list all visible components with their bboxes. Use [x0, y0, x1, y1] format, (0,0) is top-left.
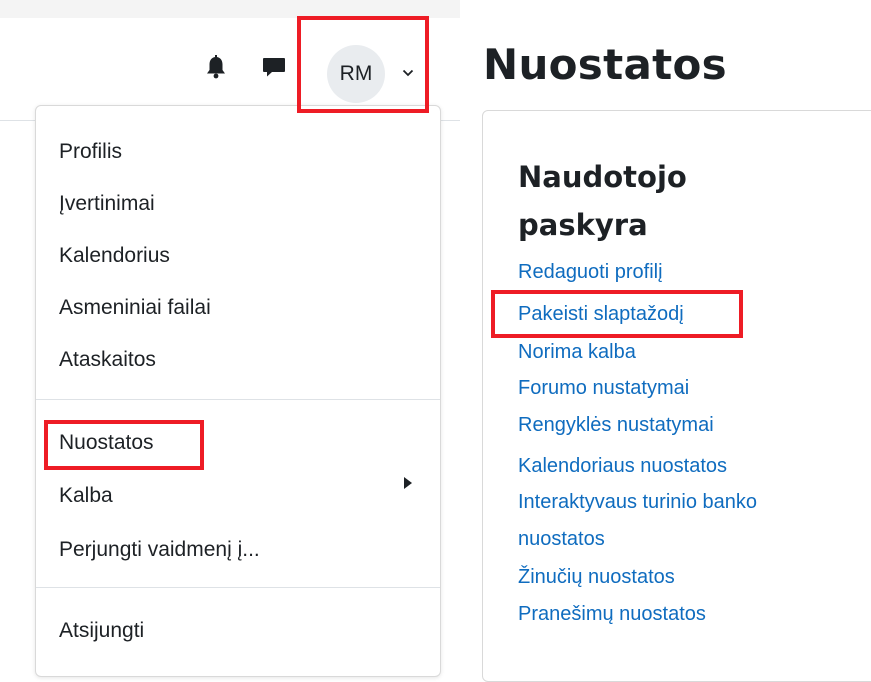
avatar[interactable]: RM: [327, 45, 385, 103]
link-change-password[interactable]: Pakeisti slaptažodį: [518, 300, 684, 328]
navbar-background: [0, 0, 460, 18]
link-notification-preferences[interactable]: Pranešimų nuostatos: [518, 600, 706, 628]
link-preferred-language[interactable]: Norima kalba: [518, 338, 636, 366]
menu-item-profile[interactable]: Profilis: [59, 138, 122, 166]
menu-item-logout[interactable]: Atsijungti: [59, 617, 144, 645]
chat-icon: [263, 58, 285, 77]
section-title: Naudotojo paskyra: [518, 160, 687, 242]
menu-item-language[interactable]: Kalba: [59, 482, 113, 510]
page-title: Nuostatos: [483, 40, 727, 89]
menu-item-switch-role[interactable]: Perjungti vaidmenį į...: [59, 536, 260, 564]
caret-right-icon: [404, 477, 412, 489]
link-editor-preferences[interactable]: Rengyklės nustatymai: [518, 411, 714, 439]
menu-item-calendar[interactable]: Kalendorius: [59, 242, 170, 270]
notifications-button[interactable]: [201, 52, 231, 82]
menu-divider: [36, 399, 440, 400]
chevron-down-icon[interactable]: [400, 65, 416, 81]
menu-item-preferences[interactable]: Nuostatos: [59, 429, 154, 457]
link-message-preferences[interactable]: Žinučių nuostatos: [518, 563, 675, 591]
menu-item-private-files[interactable]: Asmeniniai failai: [59, 294, 211, 322]
menu-item-reports[interactable]: Ataskaitos: [59, 346, 156, 374]
user-dropdown-menu: Profilis Įvertinimai Kalendorius Asmenin…: [35, 105, 441, 677]
link-content-bank-preferences[interactable]: Interaktyvaus turinio banko: [518, 488, 757, 516]
bell-icon: [207, 55, 225, 79]
link-forum-preferences[interactable]: Forumo nustatymai: [518, 374, 689, 402]
menu-divider: [36, 587, 440, 588]
link-content-bank-preferences-cont[interactable]: nuostatos: [518, 525, 605, 553]
user-menu-toggle[interactable]: RM: [299, 19, 427, 112]
link-edit-profile[interactable]: Redaguoti profilį: [518, 258, 663, 286]
link-calendar-preferences[interactable]: Kalendoriaus nuostatos: [518, 452, 727, 480]
menu-item-grades[interactable]: Įvertinimai: [59, 190, 155, 218]
messages-button[interactable]: [259, 52, 289, 82]
account-settings-card: Naudotojo paskyra Redaguoti profilį Pake…: [482, 110, 871, 682]
